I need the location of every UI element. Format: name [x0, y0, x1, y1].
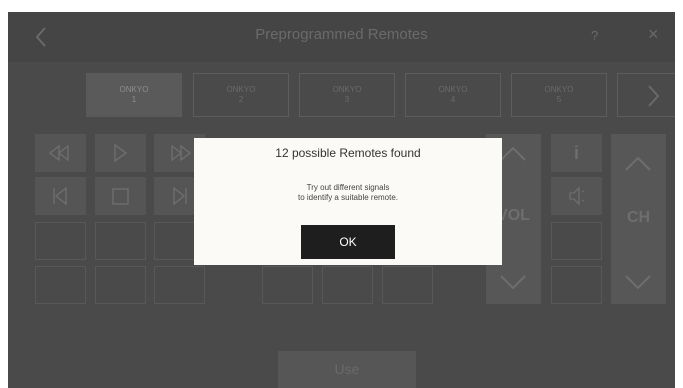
dialog-message-line-2: to identify a suitable remote. [297, 193, 399, 202]
remotes-found-dialog: 12 possible Remotes found Try out differ… [194, 138, 502, 265]
dialog-message-line-1: Try out different signals [306, 183, 390, 192]
modal-overlay: 12 possible Remotes found Try out differ… [0, 0, 683, 388]
ok-button[interactable]: OK [301, 225, 395, 259]
dialog-message: Try out different signals to identify a … [194, 183, 502, 203]
dialog-title: 12 possible Remotes found [275, 146, 421, 160]
